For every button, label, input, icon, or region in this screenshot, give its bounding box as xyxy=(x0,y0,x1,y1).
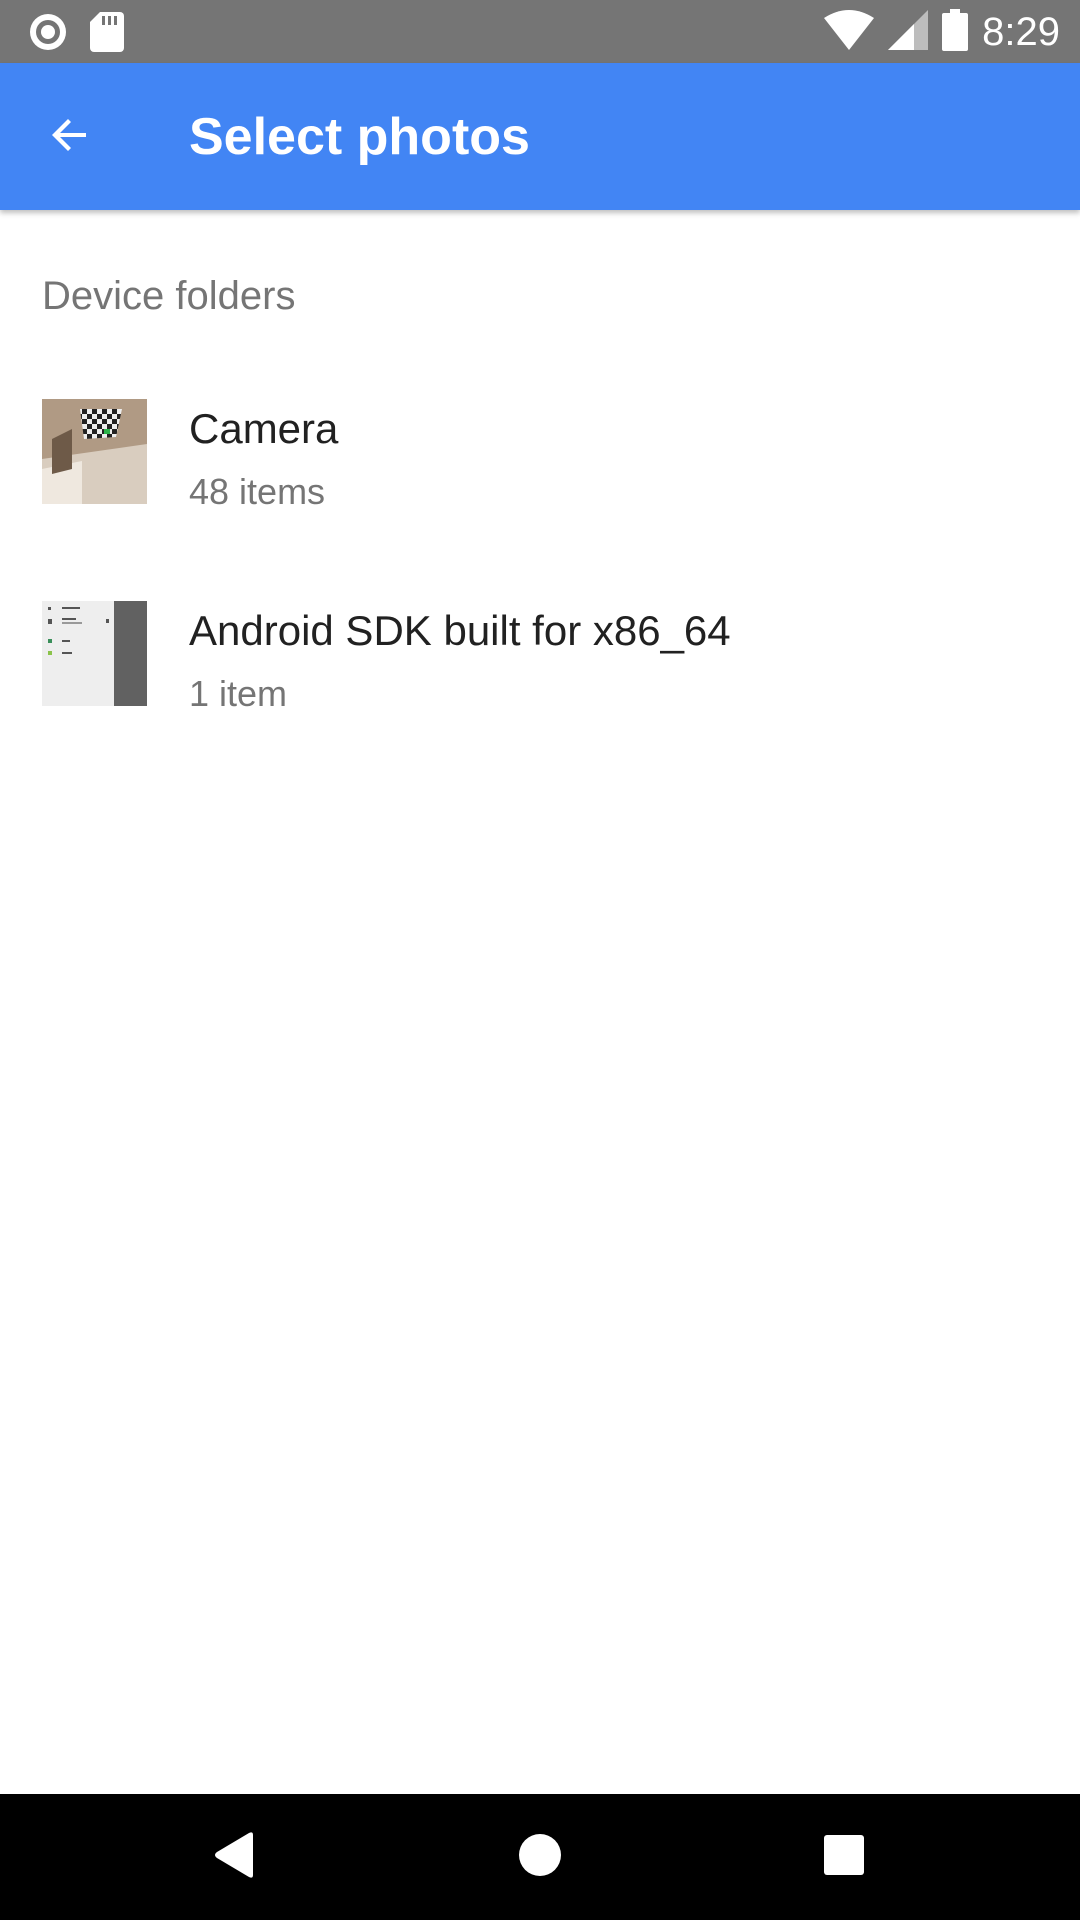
record-icon xyxy=(28,12,68,57)
page-title: Select photos xyxy=(189,108,530,166)
folder-name: Camera xyxy=(189,405,339,452)
status-bar: 8:29 xyxy=(0,0,1080,63)
nav-recents-button[interactable] xyxy=(804,1817,884,1897)
status-time: 8:29 xyxy=(982,10,1060,54)
folder-count: 1 item xyxy=(189,673,288,714)
wifi-icon xyxy=(824,9,875,55)
folder-count: 48 items xyxy=(189,471,326,512)
nav-home-icon xyxy=(518,1833,562,1882)
section-header: Device folders xyxy=(42,274,296,318)
navigation-bar xyxy=(0,1794,1080,1920)
battery-icon xyxy=(942,8,969,56)
camera-folder-thumbnail xyxy=(42,399,147,504)
nav-recents-icon xyxy=(824,1834,864,1880)
nav-home-button[interactable] xyxy=(500,1817,580,1897)
arrow-back-icon xyxy=(46,111,94,164)
screenshot-folder-thumbnail xyxy=(42,601,147,706)
folder-item-android-sdk[interactable]: Android SDK built for x86_64 1 item xyxy=(0,580,1080,780)
back-button[interactable] xyxy=(30,97,110,177)
signal-icon xyxy=(888,9,929,55)
sd-card-icon xyxy=(90,12,124,57)
nav-back-button[interactable] xyxy=(196,1817,276,1897)
app-bar: Select photos xyxy=(0,63,1080,210)
folder-item-camera[interactable]: Camera 48 items xyxy=(0,378,1080,578)
nav-back-icon xyxy=(213,1831,259,1884)
folder-name: Android SDK built for x86_64 xyxy=(189,607,731,654)
